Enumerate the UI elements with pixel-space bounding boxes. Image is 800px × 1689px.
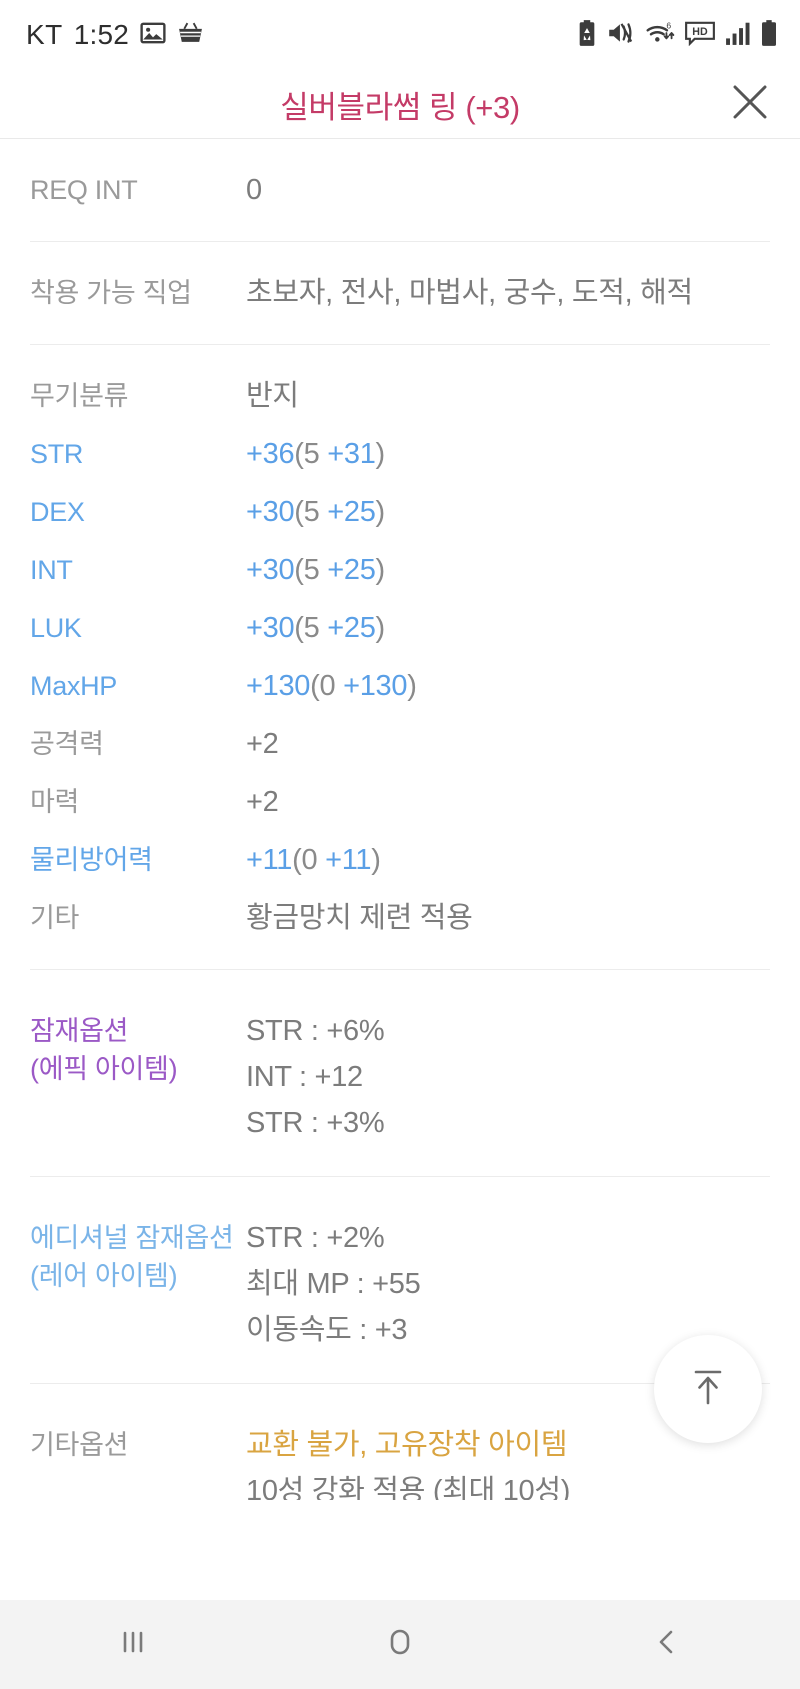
potential-option-line: STR : +6% <box>246 1015 385 1047</box>
signal-bars-icon <box>725 20 751 51</box>
row-value: +11(0 +11) <box>246 844 381 876</box>
row-value: +30(5 +25) <box>246 612 385 644</box>
table-row: DEX +30(5 +25) <box>0 483 800 541</box>
table-row: MaxHP +130(0 +130) <box>0 657 800 715</box>
svg-text:6: 6 <box>666 20 671 30</box>
row-label: LUK <box>30 613 82 643</box>
wifi-6-icon: 6 <box>645 20 675 51</box>
potential-option-label: 잠재옵션 (에픽 아이템) <box>30 1016 178 1084</box>
close-icon <box>729 81 771 128</box>
potential-option-row: 잠재옵션 (에픽 아이템) STR : +6% INT : +12 STR : +… <box>0 1000 800 1146</box>
shopping-basket-icon <box>177 20 204 51</box>
status-bar: KT 1:52 6 HD <box>0 0 800 70</box>
scroll-to-top-button[interactable] <box>654 1335 762 1443</box>
row-label: MaxHP <box>30 671 118 701</box>
dialog-header: 실버블라썸 링 (+3) <box>0 70 800 138</box>
potential-option-line: STR : +3% <box>246 1107 385 1139</box>
additional-potential-option-label: 에디셔널 잠재옵션 (레어 아이템) <box>30 1223 234 1291</box>
additional-potential-option-line: 최대 MP : +55 <box>246 1268 421 1300</box>
row-value: 0 <box>246 174 262 206</box>
table-row: STR +36(5 +31) <box>0 425 800 483</box>
row-value: +30(5 +25) <box>246 554 385 586</box>
row-value: 반지 <box>246 380 299 412</box>
row-label: 착용 가능 직업 <box>30 278 192 308</box>
additional-potential-option-values: STR : +2% 최대 MP : +55 이동속도 : +3 <box>246 1207 770 1353</box>
item-detail-table: REQ INT 0 착용 가능 직업 초보자, 전사, 마법사, 궁수, 도적,… <box>0 139 800 1514</box>
recents-icon <box>114 1623 152 1666</box>
table-row: INT +30(5 +25) <box>0 541 800 599</box>
additional-potential-option-line: STR : +2% <box>246 1222 385 1254</box>
row-label: 공격력 <box>30 729 104 759</box>
row-value: 초보자, 전사, 마법사, 궁수, 도적, 해적 <box>246 277 693 309</box>
other-option-label: 기타옵션 <box>30 1430 129 1460</box>
phone-screen: KT 1:52 6 HD 실버블라썸 링 (+3) REQ INT 0 착용 가… <box>0 0 800 1689</box>
home-icon <box>381 1623 419 1666</box>
back-button[interactable] <box>607 1600 727 1689</box>
row-label: 기타 <box>30 903 80 933</box>
row-value: +130(0 +130) <box>246 670 417 702</box>
page-title: 실버블라썸 링 (+3) <box>280 89 520 125</box>
recents-button[interactable] <box>73 1600 193 1689</box>
row-label: 물리방어력 <box>30 845 153 875</box>
battery-icon <box>760 19 778 52</box>
scroll-to-top-icon <box>682 1361 734 1418</box>
image-icon <box>140 20 166 51</box>
android-nav-bar <box>0 1600 800 1689</box>
row-value: +36(5 +31) <box>246 438 385 470</box>
row-label: REQ INT <box>30 175 138 205</box>
home-button[interactable] <box>340 1600 460 1689</box>
status-bar-right: 6 HD <box>577 19 778 52</box>
table-row: 마력 +2 <box>0 773 800 831</box>
row-label: INT <box>30 555 73 585</box>
row-label: 무기분류 <box>30 381 129 411</box>
row-value: +2 <box>246 786 279 818</box>
back-icon <box>648 1623 686 1666</box>
table-row: 물리방어력 +11(0 +11) <box>0 831 800 889</box>
row-value: +2 <box>246 728 279 760</box>
hd-icon: HD <box>684 20 716 51</box>
row-label: DEX <box>30 497 85 527</box>
table-row: 기타 황금망치 제련 적용 <box>0 889 800 947</box>
close-button[interactable] <box>722 76 778 132</box>
clock-label: 1:52 <box>73 19 130 50</box>
svg-text:HD: HD <box>692 26 708 38</box>
status-bar-left: KT 1:52 <box>26 19 204 51</box>
row-label: 마력 <box>30 787 80 817</box>
table-row: 착용 가능 직업 초보자, 전사, 마법사, 궁수, 도적, 해적 <box>0 264 800 322</box>
mute-vibrate-icon <box>606 20 636 51</box>
bottom-spacer <box>0 1500 800 1600</box>
table-row: REQ INT 0 <box>0 161 800 219</box>
potential-option-values: STR : +6% INT : +12 STR : +3% <box>246 1000 770 1146</box>
row-value: 황금망치 제련 적용 <box>246 902 473 934</box>
row-label: STR <box>30 439 84 469</box>
potential-option-line: INT : +12 <box>246 1061 363 1093</box>
table-row: 무기분류 반지 <box>0 367 800 425</box>
table-row: 공격력 +2 <box>0 715 800 773</box>
battery-saver-icon <box>577 19 597 52</box>
row-value: +30(5 +25) <box>246 496 385 528</box>
carrier-label: KT <box>26 19 63 50</box>
table-row: LUK +30(5 +25) <box>0 599 800 657</box>
additional-potential-option-row: 에디셔널 잠재옵션 (레어 아이템) STR : +2% 최대 MP : +55 … <box>0 1207 800 1353</box>
